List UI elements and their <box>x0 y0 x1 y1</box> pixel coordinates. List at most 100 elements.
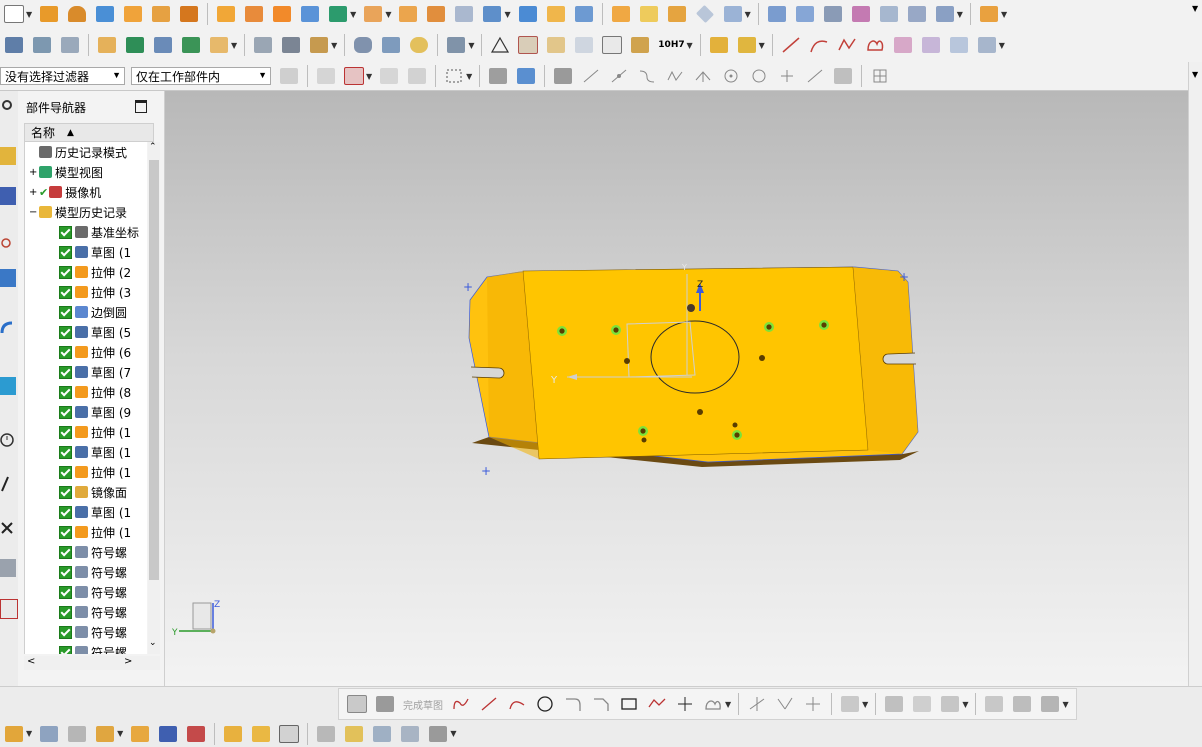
process-studio-icon[interactable] <box>0 519 16 537</box>
note-icon[interactable] <box>600 33 624 57</box>
visibility-checkbox[interactable] <box>59 245 72 259</box>
dropdown-arrow-icon[interactable]: ▼ <box>999 41 1005 50</box>
blend-icon[interactable] <box>177 2 201 26</box>
tree-row[interactable]: 符号螺 <box>59 642 127 654</box>
snap-point-on-icon[interactable] <box>775 64 799 88</box>
reuse-library-icon[interactable] <box>0 269 16 287</box>
tree-expander[interactable]: + <box>29 167 39 178</box>
dropdown-arrow-icon[interactable]: ▼ <box>862 700 868 709</box>
fit-tolerance-button[interactable]: 10H7 <box>656 33 686 57</box>
add-feature-icon[interactable] <box>93 722 117 746</box>
table-icon[interactable] <box>516 33 540 57</box>
parts-list-icon[interactable] <box>572 33 596 57</box>
arc-icon[interactable] <box>807 33 831 57</box>
dropdown-arrow-icon[interactable]: ▼ <box>331 41 337 50</box>
extract-curve-icon[interactable] <box>975 33 999 57</box>
dimension-icon[interactable] <box>628 33 652 57</box>
table-edit-icon[interactable] <box>544 33 568 57</box>
dimension-icon[interactable] <box>910 692 934 716</box>
triangle-icon[interactable] <box>488 33 512 57</box>
filter-settings-icon[interactable] <box>277 64 301 88</box>
tree-expander[interactable]: + <box>29 187 39 198</box>
navigator-vertical-scrollbar[interactable]: ⌃ ⌄ <box>148 142 160 654</box>
quick-trim-icon[interactable] <box>745 692 769 716</box>
visibility-checkbox[interactable] <box>59 265 72 279</box>
right-edge-scrollbar[interactable]: ▼ ▼ <box>1188 4 1202 686</box>
tree-row[interactable]: − 模型历史记录 <box>29 202 127 222</box>
visibility-checkbox[interactable] <box>59 465 72 479</box>
tree-row[interactable]: 符号螺 <box>59 622 127 642</box>
scroll-left-icon[interactable]: < <box>27 656 35 667</box>
visibility-checkbox[interactable] <box>59 605 72 619</box>
visibility-checkbox[interactable] <box>59 325 72 339</box>
csys-icon[interactable] <box>2 33 26 57</box>
facet-icon[interactable] <box>721 2 745 26</box>
project-curve-icon[interactable] <box>919 33 943 57</box>
part-navigator-icon[interactable] <box>0 231 16 249</box>
finish-sketch-icon[interactable] <box>373 692 397 716</box>
ruled-surface-icon[interactable] <box>933 2 957 26</box>
grid-icon[interactable] <box>868 64 892 88</box>
visibility-checkbox[interactable] <box>59 445 72 459</box>
snap-settings-icon[interactable] <box>342 64 366 88</box>
tree-row[interactable]: 拉伸 (3 <box>59 282 131 302</box>
mirror-assembly-icon[interactable] <box>156 722 180 746</box>
tree-row[interactable]: 拉伸 (1 <box>59 462 131 482</box>
building-icon[interactable] <box>37 722 61 746</box>
mirror-curve-icon[interactable] <box>982 692 1006 716</box>
snap-endpoint-icon[interactable] <box>551 64 575 88</box>
fastener-icon[interactable] <box>370 722 394 746</box>
snap-circle-icon[interactable] <box>719 64 743 88</box>
extrude-up-icon[interactable] <box>214 2 238 26</box>
scroll-down-icon[interactable]: ⌄ <box>149 638 157 648</box>
block-icon[interactable] <box>37 2 61 26</box>
boolean-icon[interactable] <box>326 2 350 26</box>
dropdown-arrow-icon[interactable]: ▼ <box>1001 10 1007 19</box>
quick-extend-icon[interactable] <box>773 692 797 716</box>
tree-row[interactable]: 草图 (1 <box>59 242 131 262</box>
closed-curve-icon[interactable] <box>863 33 887 57</box>
tree-row[interactable]: 符号螺 <box>59 542 127 562</box>
add-component-icon[interactable] <box>707 33 731 57</box>
offset-curve-icon[interactable] <box>701 692 725 716</box>
view-orient-icon[interactable] <box>426 722 450 746</box>
intersect-curve-icon[interactable] <box>947 33 971 57</box>
dropdown-arrow-icon[interactable]: ▼ <box>468 41 474 50</box>
fillet-icon[interactable] <box>561 692 585 716</box>
chamfer-icon[interactable] <box>149 2 173 26</box>
column-header-name[interactable]: 名称 ▲ <box>24 123 154 142</box>
visibility-checkbox[interactable] <box>59 585 72 599</box>
sketch-curve-icon[interactable] <box>251 33 275 57</box>
shell-icon[interactable] <box>396 2 420 26</box>
history-icon[interactable] <box>0 377 16 395</box>
dropdown-arrow-icon[interactable]: ▼ <box>1062 700 1068 709</box>
tree-row[interactable]: 符号螺 <box>59 562 127 582</box>
visibility-checkbox[interactable] <box>59 525 72 539</box>
visibility-checkbox[interactable] <box>59 305 72 319</box>
tree-row[interactable]: 草图 (1 <box>59 442 131 462</box>
snap-control-icon[interactable] <box>607 64 631 88</box>
tree-row[interactable]: + 模型视图 <box>29 162 103 182</box>
unite-icon[interactable] <box>298 2 322 26</box>
spring-icon[interactable] <box>379 33 403 57</box>
tree-row[interactable]: 拉伸 (6 <box>59 342 131 362</box>
bearing-icon[interactable] <box>407 33 431 57</box>
visibility-checkbox[interactable] <box>59 365 72 379</box>
assembly-constraint-icon[interactable] <box>735 33 759 57</box>
visibility-checkbox[interactable] <box>59 425 72 439</box>
dropdown-arrow-icon[interactable]: ▼ <box>962 700 968 709</box>
snap-intersection-icon[interactable] <box>635 64 659 88</box>
point-curve-icon[interactable] <box>877 2 901 26</box>
tree-row[interactable]: 基准坐标 <box>59 222 139 242</box>
solid-face-icon[interactable] <box>609 2 633 26</box>
chevron-down-icon[interactable]: ▼ <box>1192 4 1198 13</box>
edit-object-icon[interactable] <box>95 33 119 57</box>
tree-row[interactable]: 边倒圆 <box>59 302 127 322</box>
dropdown-arrow-icon[interactable]: ▼ <box>450 729 456 738</box>
tree-expander[interactable]: − <box>29 207 39 218</box>
profile-icon[interactable] <box>449 692 473 716</box>
maximize-icon[interactable] <box>135 100 147 113</box>
visibility-checkbox[interactable] <box>59 565 72 579</box>
thread-tool-icon[interactable] <box>444 33 468 57</box>
selection-scope-dropdown[interactable]: 仅在工作部件内 ▼ <box>131 67 271 85</box>
